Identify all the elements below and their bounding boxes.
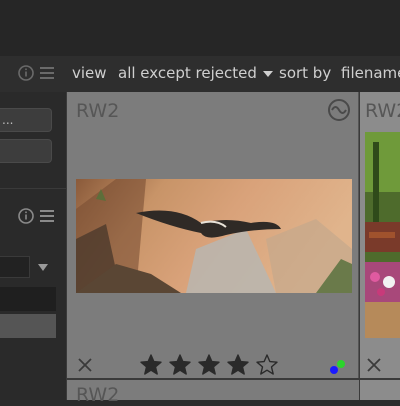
list-item[interactable]: [0, 287, 56, 311]
sort-dropdown[interactable]: filename: [341, 62, 400, 84]
left-panel-button-1-label: ...: [2, 113, 14, 127]
garden-photo: [365, 132, 400, 338]
menu-icon[interactable]: [38, 64, 56, 82]
sort-value: filename: [341, 64, 400, 82]
top-header-bar: [0, 0, 400, 56]
thumbnail[interactable]: RW2: [67, 380, 359, 406]
star-filled-icon[interactable]: [168, 353, 192, 377]
thumbnail-extension: RW2: [76, 384, 120, 406]
star-empty-icon[interactable]: [255, 353, 279, 377]
star-filled-icon[interactable]: [197, 353, 221, 377]
thumbnail[interactable]: RW2: [360, 92, 400, 378]
eagle-photo: [76, 179, 352, 293]
view-label: view: [72, 64, 107, 82]
left-panel-select[interactable]: [0, 256, 30, 278]
reject-icon[interactable]: [78, 358, 92, 372]
thumbnail-extension: RW2: [76, 100, 120, 122]
color-label-blue: [330, 366, 338, 374]
star-filled-icon[interactable]: [226, 353, 250, 377]
altered-history-icon[interactable]: [327, 98, 351, 122]
thumbnail[interactable]: [360, 380, 400, 400]
reject-icon[interactable]: [367, 358, 381, 372]
filter-value: all except rejected: [118, 64, 257, 82]
sort-by-label: sort by: [279, 64, 332, 82]
menu-icon[interactable]: [38, 207, 56, 225]
chevron-down-icon: [262, 70, 273, 77]
chevron-down-icon[interactable]: [38, 264, 48, 271]
filter-dropdown[interactable]: all except rejected: [118, 62, 273, 84]
thumbnail[interactable]: RW2: [67, 92, 359, 378]
color-label-green: [337, 360, 345, 368]
info-icon[interactable]: [17, 207, 35, 225]
list-item-selected[interactable]: [0, 314, 56, 338]
left-panel-button-2[interactable]: [0, 139, 52, 163]
thumbnail-extension: RW2: [365, 100, 400, 122]
panel-divider: [0, 188, 66, 189]
thumbnail-image: [365, 132, 400, 338]
left-panel-button-1[interactable]: ...: [0, 108, 52, 132]
info-icon[interactable]: [17, 64, 35, 82]
star-rating[interactable]: [139, 353, 279, 377]
thumbnail-image: [76, 179, 352, 293]
color-labels[interactable]: [328, 359, 350, 375]
star-filled-icon[interactable]: [139, 353, 163, 377]
